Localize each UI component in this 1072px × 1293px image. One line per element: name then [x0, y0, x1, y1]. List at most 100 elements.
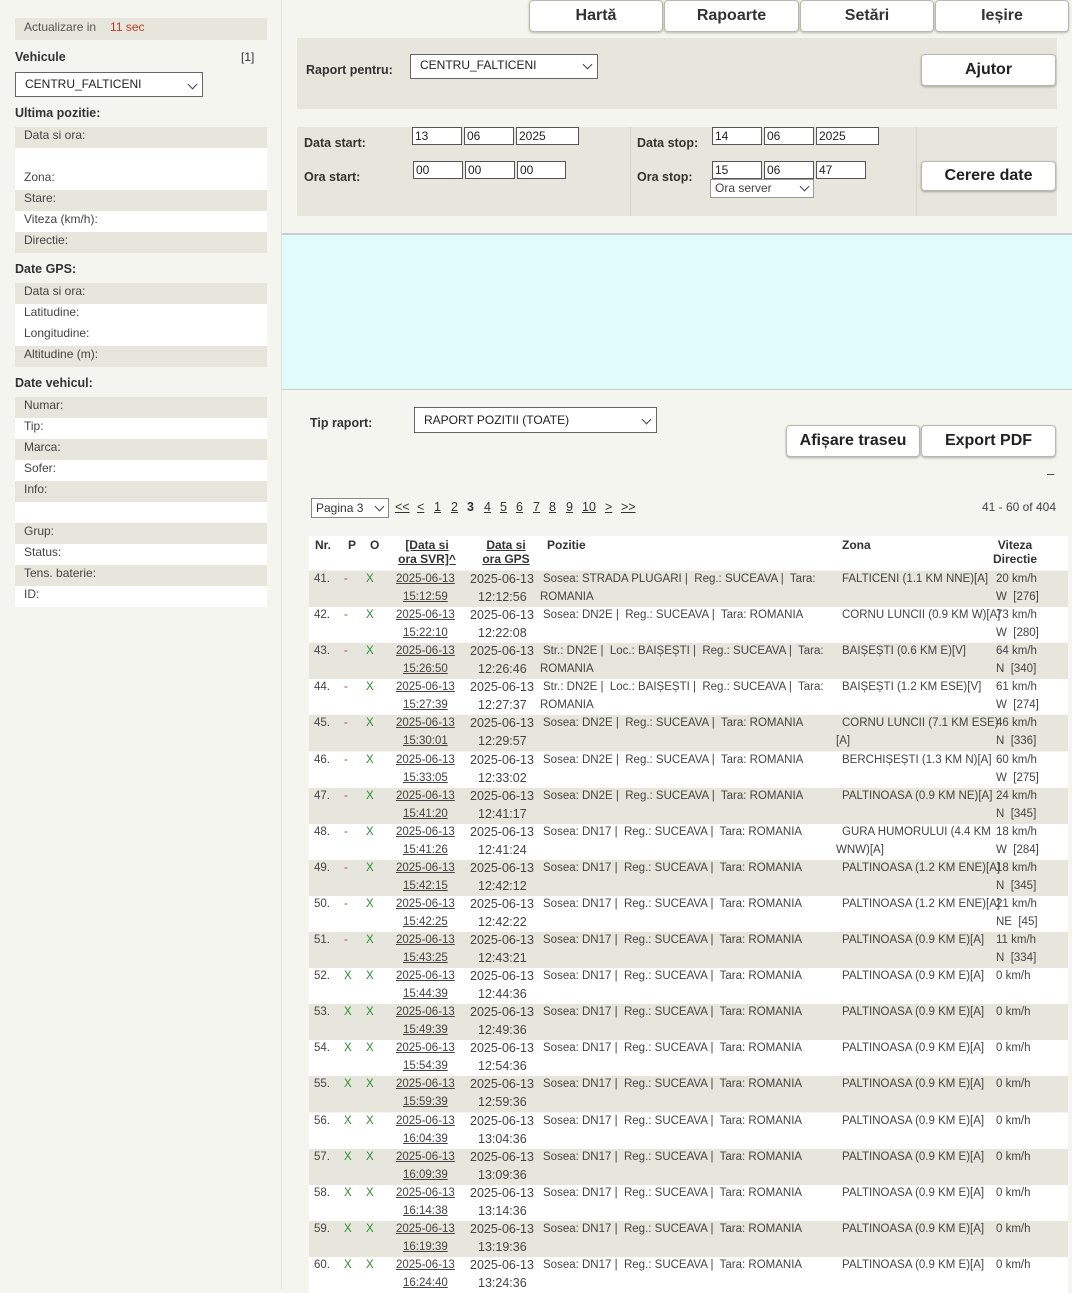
row-svr-time[interactable]: 15:33:05	[403, 772, 448, 784]
row-svr-date[interactable]: 2025-06-13	[396, 1078, 455, 1090]
stop-sec-input[interactable]: 47	[816, 161, 866, 179]
start-min-input[interactable]: 00	[465, 161, 515, 179]
row-svr-time[interactable]: 16:24:40	[403, 1277, 448, 1289]
row-svr-time[interactable]: 15:59:39	[403, 1096, 448, 1108]
row-svr-date[interactable]: 2025-06-13	[396, 1151, 455, 1163]
page-link-5[interactable]: 5	[500, 500, 507, 514]
table-row: 50. - X 2025-06-13 15:42:25 2025-06-13 12:42:2…	[309, 895, 1068, 932]
page-select[interactable]: Pagina 3	[311, 498, 389, 518]
row-o: X	[366, 1186, 374, 1199]
row-svr-date[interactable]: 2025-06-13	[396, 826, 455, 838]
nav-map-button[interactable]: Hartă	[529, 0, 663, 32]
export-pdf-button[interactable]: Export PDF	[921, 425, 1056, 457]
row-nr: 42.	[314, 609, 330, 622]
last-position-blank	[15, 148, 267, 169]
row-svr-time[interactable]: 16:04:39	[403, 1133, 448, 1145]
start-sec-input[interactable]: 00	[517, 161, 566, 179]
start-hour-input[interactable]: 00	[413, 161, 463, 179]
page-link-1[interactable]: 1	[434, 500, 441, 514]
page-prev-link[interactable]: <	[417, 500, 424, 514]
nav-settings-button[interactable]: Setări	[800, 0, 934, 32]
page-link-9[interactable]: 9	[566, 500, 573, 514]
row-o: X	[366, 573, 374, 585]
start-month-input[interactable]: 06	[464, 127, 514, 145]
row-speed: 60 km/h	[996, 753, 1037, 766]
row-speed: 73 km/h	[996, 609, 1037, 622]
report-for-select[interactable]: CENTRU_FALTICENI	[410, 54, 598, 79]
nav-exit-button[interactable]: Ieșire	[935, 0, 1069, 32]
page-link-4[interactable]: 4	[484, 500, 491, 514]
stop-time-label: Ora stop:	[637, 170, 693, 184]
row-position: Str.: DN2E | Loc.: BAIȘEȘTI | Reg.: SUCE…	[543, 681, 824, 694]
row-gps-time: 12:44:36	[478, 987, 527, 1002]
row-svr-time[interactable]: 15:12:59	[403, 591, 448, 603]
row-svr-time[interactable]: 15:42:15	[403, 880, 448, 892]
vehicle-type: Tip:	[15, 418, 267, 439]
page-link-10[interactable]: 10	[582, 500, 596, 514]
row-svr-time[interactable]: 15:27:39	[403, 699, 448, 711]
row-svr-date[interactable]: 2025-06-13	[396, 573, 455, 585]
row-svr-time[interactable]: 15:30:01	[403, 735, 448, 747]
row-svr-time[interactable]: 15:42:25	[403, 916, 448, 928]
stop-month-input[interactable]: 06	[764, 127, 814, 145]
col-gps-datetime[interactable]: Data si ora GPS	[475, 538, 537, 566]
start-day-input[interactable]: 13	[412, 127, 462, 145]
page-last-link[interactable]: >>	[621, 500, 636, 514]
row-svr-date[interactable]: 2025-06-13	[396, 681, 455, 693]
stop-year-input[interactable]: 2025	[816, 127, 879, 145]
row-nr: 60.	[314, 1258, 330, 1271]
row-svr-time[interactable]: 16:09:39	[403, 1169, 448, 1181]
row-svr-date[interactable]: 2025-06-13	[396, 790, 455, 802]
request-data-button[interactable]: Cerere date	[921, 161, 1056, 191]
row-svr-time[interactable]: 15:26:50	[403, 663, 448, 675]
start-year-input[interactable]: 2025	[516, 127, 579, 145]
row-svr-date[interactable]: 2025-06-13	[396, 898, 455, 910]
page-link-7[interactable]: 7	[533, 500, 540, 514]
row-svr-date[interactable]: 2025-06-13	[396, 609, 455, 621]
page-link-8[interactable]: 8	[549, 500, 556, 514]
help-button[interactable]: Ajutor	[921, 54, 1056, 86]
row-svr-date[interactable]: 2025-06-13	[396, 1187, 455, 1199]
row-svr-date[interactable]: 2025-06-13	[396, 1259, 455, 1271]
col-position: Pozitie	[547, 538, 586, 552]
col-speed-l2: Directie	[992, 552, 1038, 566]
row-svr-time[interactable]: 15:54:39	[403, 1060, 448, 1072]
row-svr-date[interactable]: 2025-06-13	[396, 1223, 455, 1235]
row-svr-date[interactable]: 2025-06-13	[396, 754, 455, 766]
collapse-toggle[interactable]: –	[1047, 466, 1054, 481]
row-svr-date[interactable]: 2025-06-13	[396, 970, 455, 982]
row-position: Sosea: DN17 | Reg.: SUCEAVA | Tara: ROMA…	[543, 1078, 803, 1091]
row-position: Sosea: DN17 | Reg.: SUCEAVA | Tara: ROMA…	[543, 1258, 803, 1271]
row-speed: 0 km/h	[996, 1222, 1031, 1235]
row-zone: CORNU LUNCII (7.1 KM ESE)	[842, 717, 999, 730]
stop-day-input[interactable]: 14	[712, 127, 762, 145]
row-svr-time[interactable]: 15:22:10	[403, 627, 448, 639]
row-direction: N [345]	[996, 807, 1037, 820]
stop-min-input[interactable]: 06	[764, 161, 814, 179]
stop-hour-input[interactable]: 15	[712, 161, 762, 179]
row-svr-time[interactable]: 15:44:39	[403, 988, 448, 1000]
row-svr-date[interactable]: 2025-06-13	[396, 1115, 455, 1127]
row-svr-date[interactable]: 2025-06-13	[396, 862, 455, 874]
row-svr-date[interactable]: 2025-06-13	[396, 717, 455, 729]
page-link-2[interactable]: 2	[451, 500, 458, 514]
nav-reports-button[interactable]: Rapoarte	[664, 0, 799, 32]
page-next-link[interactable]: >	[605, 500, 612, 514]
row-svr-time[interactable]: 16:19:39	[403, 1241, 448, 1253]
page-first-link[interactable]: <<	[395, 500, 410, 514]
page-link-6[interactable]: 6	[516, 500, 523, 514]
row-svr-time[interactable]: 15:41:20	[403, 808, 448, 820]
time-source-select[interactable]: Ora server	[710, 179, 814, 198]
row-svr-time[interactable]: 16:14:38	[403, 1205, 448, 1217]
row-svr-time[interactable]: 15:43:25	[403, 952, 448, 964]
row-svr-date[interactable]: 2025-06-13	[396, 1006, 455, 1018]
report-type-select[interactable]: RAPORT POZITII (TOATE)	[414, 407, 657, 433]
show-route-button[interactable]: Afișare traseu	[786, 425, 920, 457]
row-svr-time[interactable]: 15:49:39	[403, 1024, 448, 1036]
row-svr-date[interactable]: 2025-06-13	[396, 934, 455, 946]
vehicle-select[interactable]: CENTRU_FALTICENI	[15, 72, 203, 97]
col-svr-datetime[interactable]: [Data si ora SVR]^	[396, 538, 458, 566]
row-svr-time[interactable]: 15:41:26	[403, 844, 448, 856]
row-svr-date[interactable]: 2025-06-13	[396, 645, 455, 657]
row-svr-date[interactable]: 2025-06-13	[396, 1042, 455, 1054]
